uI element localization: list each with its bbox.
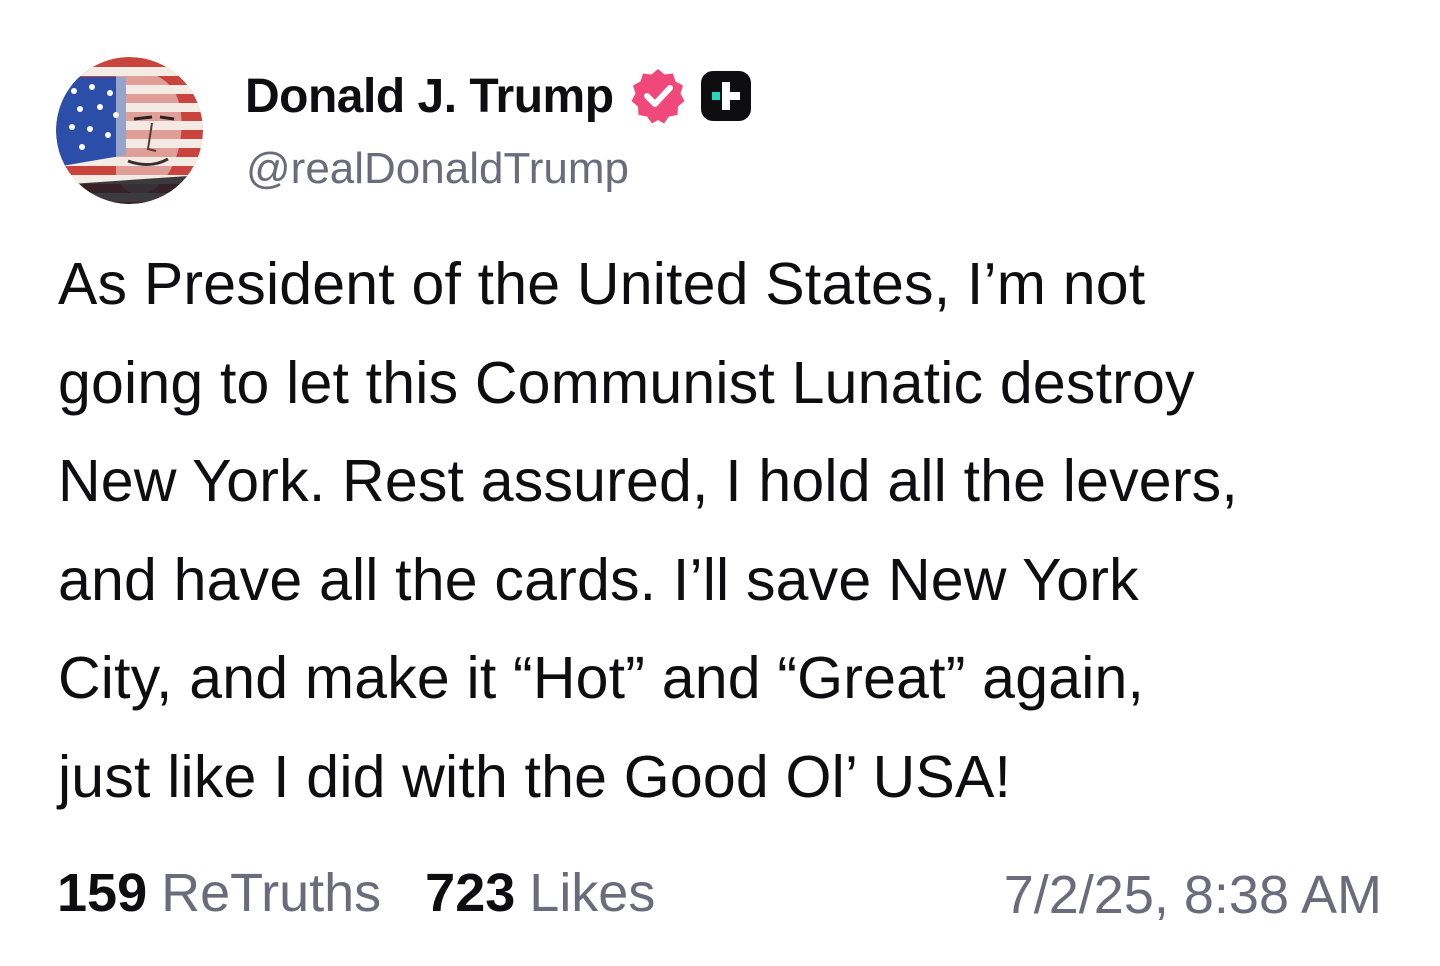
likes-label: Likes xyxy=(529,863,656,923)
post-body: As President of the United States, I’m n… xyxy=(58,235,1398,826)
retruths-count: 159 xyxy=(57,863,148,923)
post-body-line: just like I did with the Good Ol’ USA! xyxy=(58,743,1012,810)
post-body-line: going to let this Communist Lunatic dest… xyxy=(58,349,1195,416)
post-timestamp[interactable]: 7/2/25, 8:38 AM xyxy=(1004,862,1382,928)
post-body-line: City, and make it “Hot” and “Great” agai… xyxy=(58,645,1145,711)
post-card: Donald J. Trump @realDonaldTrump As Pres… xyxy=(0,0,1440,966)
verified-badge-icon xyxy=(631,69,685,124)
author-avatar[interactable] xyxy=(56,57,203,204)
retruths-stat[interactable]: 159 ReTruths xyxy=(57,862,381,924)
plus-icon xyxy=(700,71,751,121)
author-handle[interactable]: @realDonaldTrump xyxy=(246,144,629,194)
retruths-label: ReTruths xyxy=(161,863,382,923)
post-body-line: As President of the United States, I’m n… xyxy=(58,251,1146,317)
author-display-name[interactable]: Donald J. Trump xyxy=(245,69,614,124)
author-name-row: Donald J. Trump xyxy=(245,64,752,128)
likes-stat[interactable]: 723 Likes xyxy=(425,862,655,924)
likes-count: 723 xyxy=(425,863,516,923)
post-stats: 159 ReTruths 723 Likes xyxy=(57,862,655,928)
post-body-line: New York. Rest assured, I hold all the l… xyxy=(58,448,1238,514)
post-body-line: and have all the cards. I’ll save New Yo… xyxy=(58,546,1139,613)
portrait-flag-avatar-icon xyxy=(56,57,203,204)
